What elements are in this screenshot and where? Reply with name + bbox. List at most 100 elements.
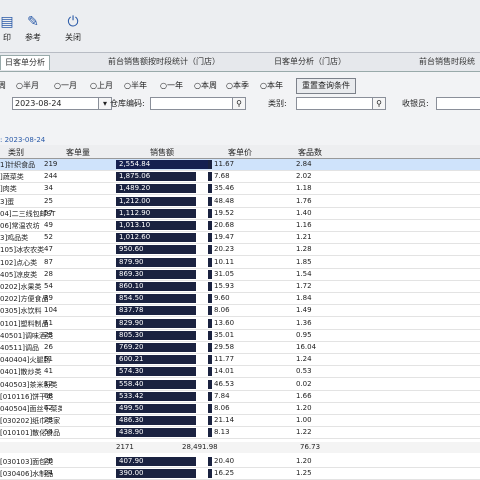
table-row[interactable]: 102]点心类 87 879.90 10.11 1.85 — [0, 257, 480, 269]
cell-ticket-price: 19.52 — [214, 208, 235, 217]
period-radio-half-year[interactable]: ○半年 — [124, 80, 147, 91]
ticket-price-bar — [208, 456, 212, 466]
ticket-price-bar — [208, 196, 212, 206]
table-row[interactable]: 040504]面丝干菜类 62 499.50 8.06 1.20 — [0, 403, 480, 415]
table-row[interactable]: 3]鸡品类 52 1,012.60 19.47 1.21 — [0, 232, 480, 245]
period-radio-one-month[interactable]: ○一月 — [54, 80, 77, 91]
reference-button[interactable]: ✎ 参考 — [16, 12, 50, 48]
cell-sales: 407.90 — [119, 456, 144, 465]
cell-ticket-price: 35.46 — [214, 184, 235, 193]
table-row[interactable]: [030103]面包类 20 407.90 20.40 1.20 — [0, 456, 480, 468]
period-radio-this-week[interactable]: ○本周 — [194, 80, 217, 91]
period-radio-week[interactable]: 周 — [0, 80, 6, 91]
cell-items-per-ticket: 1.18 — [296, 184, 312, 193]
cell-ticket-price: 16.25 — [214, 469, 235, 477]
table-row[interactable]: 040404]火腿肠 51 600.21 11.77 1.24 — [0, 354, 480, 367]
tab-daily-ticket[interactable]: 日客单分析 — [0, 55, 50, 70]
close-label: 关闭 — [65, 33, 81, 42]
table-row[interactable]: 040503]茶米粉类 12 558.40 46.53 0.02 — [0, 379, 480, 391]
cell-items-per-ticket: 0.95 — [296, 330, 312, 339]
date-caption: : 2023-08-24 — [0, 136, 480, 145]
period-radio-this-quarter[interactable]: ○本季 — [226, 80, 249, 91]
cell-sales: 837.78 — [119, 306, 144, 315]
ticket-price-bar — [208, 343, 212, 352]
cell-ticket-count: 54 — [44, 282, 53, 290]
edit-icon: ✎ — [27, 14, 39, 30]
table-row[interactable]: [030202]纸巾类家 23 486.30 21.14 1.00 — [0, 415, 480, 428]
cell-ticket-price: 15.93 — [214, 282, 235, 290]
cell-sales: 574.30 — [119, 367, 144, 376]
table-row[interactable]: 04]二三线包邮ST 57 1,112.90 19.52 1.40 — [0, 208, 480, 220]
table-row[interactable]: 0101]塑料制品 61 829.90 13.60 1.36 — [0, 318, 480, 330]
close-button[interactable]: ⏻ 关闭 — [56, 12, 90, 48]
date-field[interactable]: 2023-08-24 — [12, 97, 100, 110]
table-row[interactable]: 1]针织食品 219 2,554.84 11.67 2.84 — [0, 159, 480, 171]
table-row[interactable]: 0401]散炒类 41 574.30 14.01 0.53 — [0, 366, 480, 379]
column-header-ticket-count[interactable]: 客单量 — [66, 147, 90, 158]
cell-sales: 1,112.90 — [119, 208, 151, 217]
column-header-sales[interactable]: 销售额 — [150, 147, 174, 158]
period-radio-half-month[interactable]: ○半月 — [16, 80, 39, 91]
column-header-category[interactable]: 类别 — [8, 147, 24, 158]
store-code-field[interactable] — [150, 97, 234, 110]
ticket-price-bar — [208, 367, 212, 377]
cell-ticket-price: 20.23 — [214, 245, 235, 254]
cell-ticket-count: 28 — [44, 269, 53, 278]
ticket-price-bar — [208, 306, 212, 316]
table-row[interactable]: [010116]饼干类 68 533.42 7.84 1.66 — [0, 391, 480, 403]
table-row[interactable]: [030406]水制品 24 390.00 16.25 1.25 — [0, 468, 480, 480]
cell-items-per-ticket: 2.84 — [296, 160, 312, 168]
cell-ticket-count: 51 — [44, 355, 53, 364]
period-radio-this-year[interactable]: ○本年 — [260, 80, 283, 91]
ticket-price-bar — [208, 208, 212, 218]
cell-items-per-ticket: 16.04 — [296, 343, 317, 351]
ticket-price-bar — [208, 294, 212, 304]
cell-items-per-ticket: 0.53 — [296, 367, 312, 376]
tab-frontdesk-hourly-store[interactable]: 前台销售额按时段统计（门店） — [104, 55, 224, 69]
cell-ticket-count: 104 — [44, 306, 58, 315]
store-code-search-icon[interactable]: ⚲ — [232, 97, 246, 110]
ticket-price-bar — [208, 379, 212, 389]
ticket-price-bar — [208, 184, 212, 194]
data-grid: 类别 客单量 销售额 客单价 客品数 1]针织食品 219 2,554.84 11.6… — [0, 145, 480, 480]
cell-ticket-count: 41 — [44, 367, 53, 376]
table-row[interactable]: 0305]水饮料 104 837.78 8.06 1.49 — [0, 305, 480, 318]
cell-items-per-ticket: 1.54 — [296, 269, 312, 278]
table-row[interactable]: 06]常温农坊 49 1,013.10 20.68 1.16 — [0, 220, 480, 232]
ticket-price-bar — [208, 391, 212, 401]
table-row[interactable]: 0202]水果类 54 860.10 15.93 1.72 — [0, 281, 480, 293]
tab-daily-ticket-store[interactable]: 日客单分析（门店） — [270, 55, 350, 69]
table-row[interactable]: 40511]调品 26 769.20 29.58 16.04 — [0, 342, 480, 354]
cell-sales: 769.20 — [119, 343, 144, 351]
category-search-icon[interactable]: ⚲ — [372, 97, 386, 110]
column-header-items-per-ticket[interactable]: 客品数 — [298, 147, 322, 158]
table-row[interactable]: 3]蛋 25 1,212.00 48.48 1.76 — [0, 196, 480, 208]
cell-ticket-count: 23 — [44, 330, 53, 339]
column-header-ticket-price[interactable]: 客单价 — [228, 147, 252, 158]
table-row[interactable]: 0202]方便食品 89 854.50 9.60 1.84 — [0, 293, 480, 306]
tab-frontdesk-hourly[interactable]: 前台销售时段统 — [415, 55, 479, 69]
cell-ticket-price: 19.47 — [214, 233, 235, 242]
table-row[interactable]: [010101]散化食品 54 438.90 8.13 1.22 — [0, 427, 480, 440]
cell-ticket-count: 34 — [44, 184, 53, 193]
cell-ticket-price: 48.48 — [214, 196, 235, 205]
table-row[interactable]: ]肉类 34 1,489.20 35.46 1.18 — [0, 183, 480, 196]
cell-ticket-count: 47 — [44, 245, 53, 254]
cell-ticket-price: 8.06 — [214, 306, 230, 315]
cell-items-per-ticket: 0.02 — [296, 379, 312, 388]
category-field[interactable] — [296, 97, 374, 110]
ticket-price-bar — [208, 469, 212, 478]
period-radio-last-month[interactable]: ○上月 — [90, 80, 113, 91]
table-row[interactable]: ]蔬菜类 244 1,875.06 7.68 2.02 — [0, 171, 480, 184]
cashier-label: 收银员: — [402, 99, 429, 108]
table-row[interactable]: 405]凉皮类 28 869.30 31.05 1.54 — [0, 269, 480, 281]
cell-ticket-count: 61 — [44, 318, 53, 327]
reset-filters-button[interactable]: 重置查询条件 — [296, 78, 356, 94]
cell-ticket-price: 46.53 — [214, 379, 235, 388]
cashier-field[interactable] — [436, 97, 480, 110]
period-radio-one-year[interactable]: ○一年 — [160, 80, 183, 91]
table-row[interactable]: 105]冰农农类 47 950.60 20.23 1.28 — [0, 244, 480, 257]
print-label: 印 — [3, 33, 11, 42]
table-row[interactable]: 40501]调味酒类 23 805.30 35.01 0.95 — [0, 330, 480, 342]
cell-ticket-price: 29.58 — [214, 343, 235, 351]
